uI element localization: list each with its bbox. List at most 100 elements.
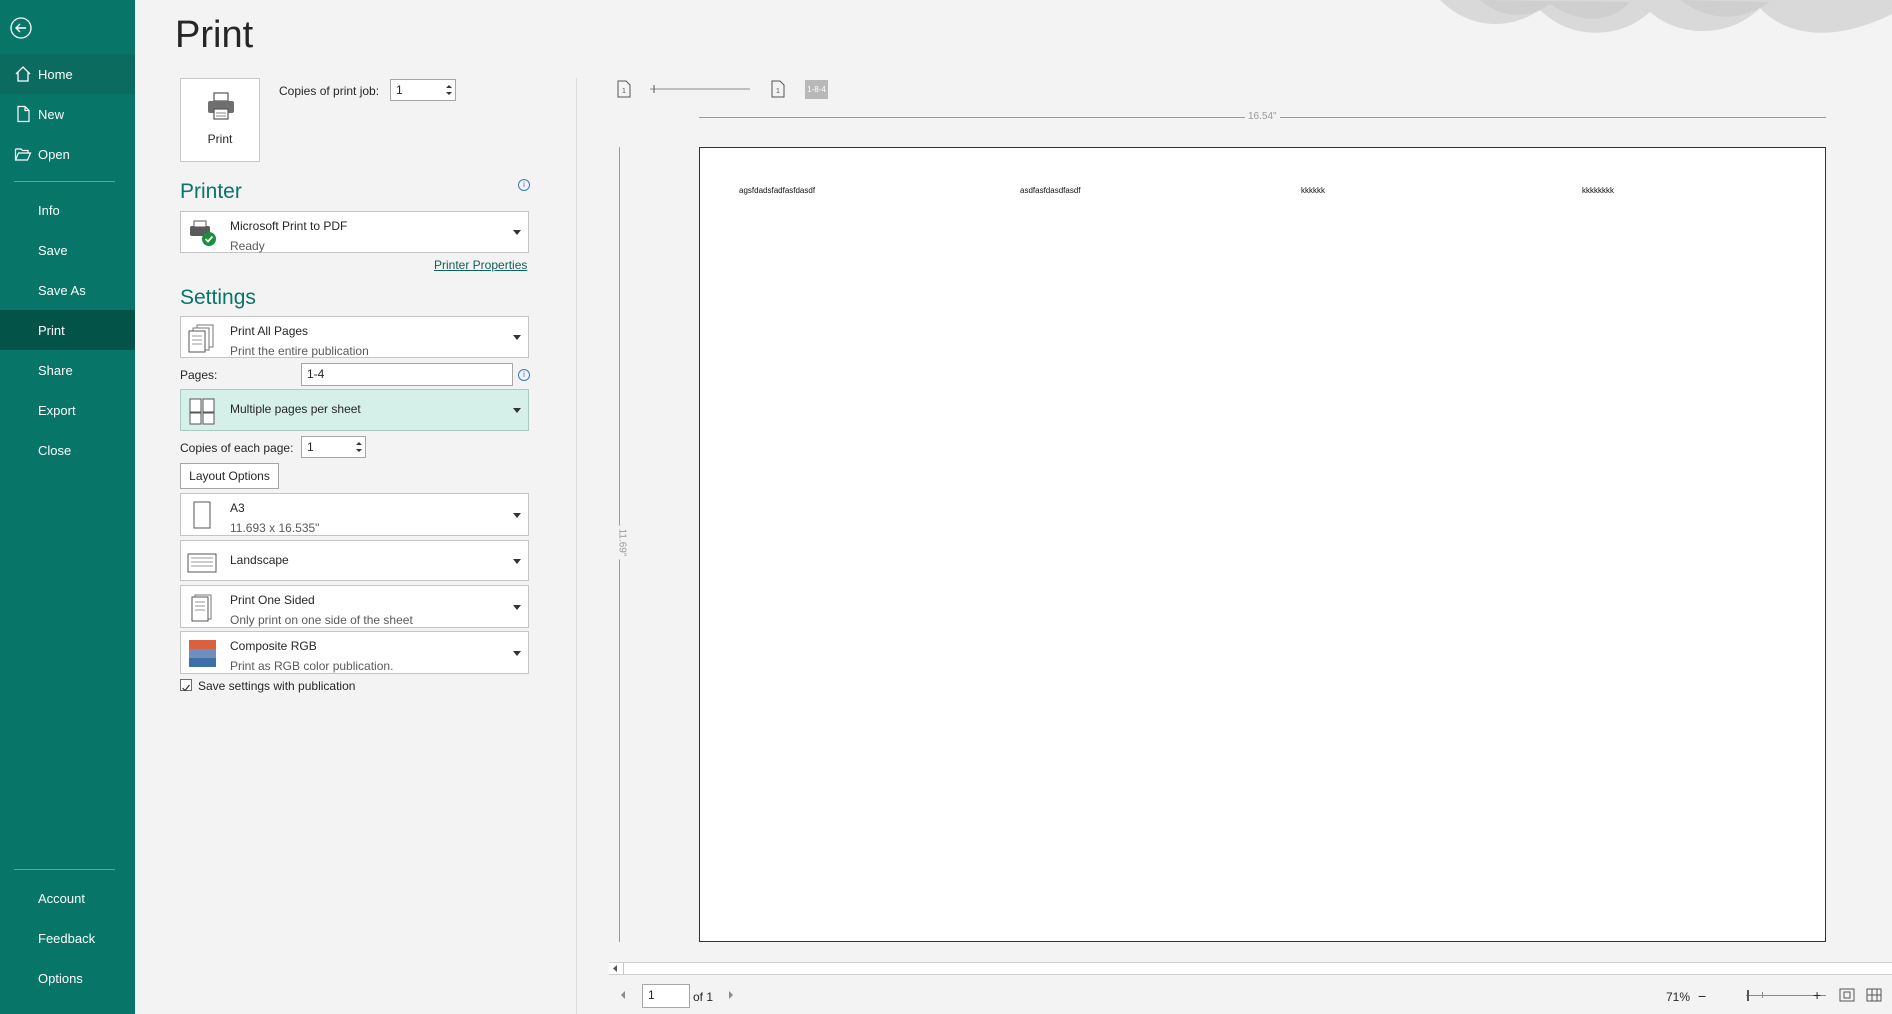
single-page-view-icon[interactable]: 1 bbox=[616, 80, 632, 98]
multi-page-grid-icon[interactable] bbox=[1866, 988, 1882, 1002]
nav-divider-bottom bbox=[14, 869, 115, 870]
nav-export[interactable]: Export bbox=[0, 390, 135, 430]
nav-home[interactable]: Home bbox=[0, 54, 135, 94]
zoom-out-button[interactable]: − bbox=[1698, 988, 1706, 1004]
nav-save-as[interactable]: Save As bbox=[0, 270, 135, 310]
sides-dropdown[interactable]: Print One Sided Only print on one side o… bbox=[180, 585, 529, 628]
nav-save-as-label: Save As bbox=[38, 282, 86, 298]
pages-stack-icon bbox=[188, 324, 214, 353]
scroll-left-icon[interactable] bbox=[609, 963, 624, 974]
pages-info-icon[interactable]: i bbox=[518, 369, 530, 381]
page-zoom-slider[interactable] bbox=[650, 85, 750, 93]
copies-each-value: 1 bbox=[307, 440, 314, 454]
paper-size-sub: 11.693 x 16.535" bbox=[230, 521, 320, 535]
print-range-main: Print All Pages bbox=[230, 324, 309, 338]
spinner-arrows-icon[interactable] bbox=[445, 82, 453, 98]
panel-divider bbox=[576, 78, 577, 1014]
nav-print[interactable]: Print bbox=[0, 310, 135, 350]
copies-job-value: 1 bbox=[396, 83, 403, 97]
chevron-down-icon bbox=[513, 408, 521, 413]
chevron-down-icon bbox=[513, 335, 521, 340]
nav-account-label: Account bbox=[38, 890, 85, 906]
page-title: Print bbox=[175, 14, 254, 56]
nav-save-label: Save bbox=[38, 242, 68, 258]
nav-export-label: Export bbox=[38, 402, 76, 418]
paper-size-main: A3 bbox=[230, 501, 245, 515]
copies-each-label: Copies of each page: bbox=[180, 441, 294, 455]
new-document-icon bbox=[17, 105, 30, 123]
nav-options-label: Options bbox=[38, 970, 83, 986]
chevron-down-icon bbox=[513, 559, 521, 564]
page-view-icon[interactable]: 1 bbox=[770, 80, 786, 98]
print-range-dropdown[interactable]: Print All Pages Print the entire publica… bbox=[180, 316, 529, 358]
horizontal-scrollbar[interactable] bbox=[609, 962, 1892, 975]
orientation-dropdown[interactable]: Landscape bbox=[180, 540, 529, 581]
printer-name: Microsoft Print to PDF bbox=[230, 219, 348, 233]
color-mode-dropdown[interactable]: Composite RGB Print as RGB color publica… bbox=[180, 631, 529, 674]
print-button[interactable]: Print bbox=[180, 78, 260, 162]
spinner-arrows-icon[interactable] bbox=[355, 439, 363, 455]
one-sided-icon bbox=[191, 594, 212, 622]
zoom-level: 71% bbox=[1666, 990, 1691, 1004]
save-settings-label: Save settings with publication bbox=[198, 679, 356, 693]
nav-home-label: Home bbox=[38, 66, 73, 82]
layout-dropdown[interactable]: Multiple pages per sheet bbox=[180, 389, 529, 431]
zoom-in-button[interactable]: + bbox=[1813, 987, 1821, 1003]
chevron-down-icon bbox=[513, 230, 521, 235]
printer-ready-icon bbox=[190, 220, 216, 246]
printer-properties-link[interactable]: Printer Properties bbox=[434, 258, 527, 272]
decorative-banner bbox=[1440, 0, 1892, 33]
nav-feedback-label: Feedback bbox=[38, 930, 96, 946]
color-mode-main: Composite RGB bbox=[230, 639, 317, 653]
nav-divider bbox=[14, 181, 115, 182]
fit-page-icon[interactable] bbox=[1839, 988, 1855, 1002]
ruler-width-label: 16.54" bbox=[1245, 111, 1280, 122]
ruler-height-label: 11.69" bbox=[616, 525, 628, 560]
printer-heading: Printer bbox=[180, 180, 242, 203]
nav-options[interactable]: Options bbox=[0, 958, 135, 998]
nav-save[interactable]: Save bbox=[0, 230, 135, 270]
paper-portrait-icon bbox=[193, 501, 211, 529]
nav-close-label: Close bbox=[38, 442, 72, 458]
home-icon bbox=[15, 66, 31, 82]
nav-print-label: Print bbox=[38, 322, 65, 338]
printer-status: Ready bbox=[230, 239, 265, 253]
sides-sub: Only print on one side of the sheet bbox=[230, 613, 413, 627]
orientation-main: Landscape bbox=[230, 553, 289, 567]
next-page-icon[interactable] bbox=[727, 990, 735, 1000]
printer-dropdown[interactable]: Microsoft Print to PDF Ready bbox=[180, 211, 529, 253]
page-number-input[interactable]: 1 bbox=[642, 984, 690, 1008]
paper-size-dropdown[interactable]: A3 11.693 x 16.535" bbox=[180, 493, 529, 536]
nav-info[interactable]: Info bbox=[0, 190, 135, 230]
save-settings-checkbox[interactable] bbox=[180, 679, 192, 692]
chevron-down-icon bbox=[513, 513, 521, 518]
zoom-center-tick bbox=[1762, 992, 1763, 998]
nav-open[interactable]: Open bbox=[0, 134, 135, 174]
copies-job-spinner[interactable]: 1 bbox=[390, 79, 456, 101]
landscape-page-icon bbox=[187, 553, 217, 573]
backstage-nav: Home New Open Info Save Save As Print Sh… bbox=[0, 0, 135, 1014]
back-arrow-icon[interactable] bbox=[10, 17, 32, 39]
nav-share-label: Share bbox=[38, 362, 73, 378]
nav-account[interactable]: Account bbox=[0, 878, 135, 918]
nav-info-label: Info bbox=[38, 202, 60, 218]
layout-options-button[interactable]: Layout Options bbox=[180, 463, 279, 489]
copies-each-spinner[interactable]: 1 bbox=[301, 436, 366, 458]
nav-share[interactable]: Share bbox=[0, 350, 135, 390]
color-mode-sub: Print as RGB color publication. bbox=[230, 659, 394, 673]
zoom-slider-thumb[interactable] bbox=[1747, 990, 1749, 1001]
pages-label: Pages: bbox=[180, 368, 218, 382]
pages-input[interactable]: 1-4 bbox=[301, 363, 513, 386]
chevron-down-icon bbox=[513, 651, 521, 656]
printer-icon bbox=[208, 92, 234, 120]
nav-feedback[interactable]: Feedback bbox=[0, 918, 135, 958]
nav-new[interactable]: New bbox=[0, 94, 135, 134]
multiple-pages-icon bbox=[189, 398, 215, 425]
previous-page-icon[interactable] bbox=[619, 990, 627, 1000]
settings-heading: Settings bbox=[180, 286, 256, 309]
nav-close[interactable]: Close bbox=[0, 430, 135, 470]
multi-page-view-button[interactable]: 1-8-4 bbox=[805, 80, 828, 99]
printer-info-icon[interactable]: i bbox=[518, 179, 530, 191]
svg-text:1: 1 bbox=[776, 88, 780, 95]
print-preview-page: agsfdadsfadfasfdasdf asdfasfdasdfasdf kk… bbox=[699, 147, 1826, 942]
